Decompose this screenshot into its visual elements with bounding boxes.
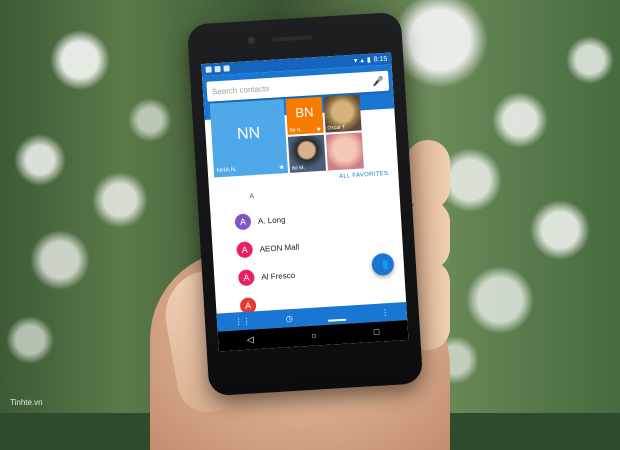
avatar: A [237, 269, 255, 287]
earpiece [271, 35, 312, 42]
star-icon: ★ [315, 126, 322, 134]
contacts-icon[interactable]: 👤 [327, 309, 347, 322]
favorite-name: Bé M. [291, 164, 306, 172]
favorite-tile[interactable]: NN NHA N. ★ [209, 99, 289, 178]
favorite-tile-photo[interactable]: Oscar T. [323, 94, 362, 133]
home-icon[interactable]: ○ [311, 331, 317, 341]
more-icon[interactable]: ⋮ [381, 308, 390, 317]
recents-icon[interactable]: □ [373, 327, 379, 337]
battery-icon: ▮ [366, 56, 371, 64]
watermark: Tinhte.vn [10, 398, 43, 407]
status-time: 8:15 [373, 55, 388, 64]
people-icon: 👥 [376, 258, 390, 271]
favorite-tile-photo[interactable] [325, 132, 364, 171]
front-camera [247, 36, 256, 45]
microphone-icon[interactable]: 🎤 [372, 75, 384, 87]
notification-icon [223, 65, 230, 72]
contact-list: A A A. Long A AEON Mall A Al Fresco A [209, 184, 406, 321]
dialpad-icon[interactable]: ⋮⋮ [234, 316, 251, 326]
wifi-icon: ▾ [353, 57, 358, 65]
contact-name: A. Long [257, 214, 286, 226]
all-favorites-link[interactable]: ALL FAVORITES [339, 171, 389, 180]
contact-name: AEON Mall [259, 241, 300, 254]
favorite-name: Oscar T. [327, 124, 347, 132]
star-icon: ★ [278, 164, 285, 172]
notification-icon [214, 65, 221, 73]
favorites-grid: NN NHA N. ★ BN Bé N. ★ Oscar T. Bé M. [209, 93, 392, 178]
back-icon[interactable]: ◁ [247, 334, 255, 345]
favorite-name: Bé N. [289, 127, 303, 134]
avatar: A [234, 213, 252, 231]
favorite-tile[interactable]: BN Bé N. ★ [285, 96, 324, 135]
notification-icon [205, 66, 212, 73]
phone: ▾ ▴ ▮ 8:15 Search contacts 🎤 NN NHA N. ★… [186, 11, 424, 397]
phone-screen: ▾ ▴ ▮ 8:15 Search contacts 🎤 NN NHA N. ★… [201, 52, 409, 352]
avatar: A [236, 241, 254, 259]
search-placeholder: Search contacts [211, 83, 270, 96]
history-icon[interactable]: ◷ [286, 313, 294, 322]
favorite-name: NHA N. [216, 167, 238, 175]
favorite-initials: BN [294, 104, 314, 121]
favorite-initials: NN [236, 124, 261, 144]
contact-name: Al Fresco [261, 270, 296, 282]
signal-icon: ▴ [360, 57, 365, 65]
favorite-tile-photo[interactable]: Bé M. [287, 134, 327, 173]
